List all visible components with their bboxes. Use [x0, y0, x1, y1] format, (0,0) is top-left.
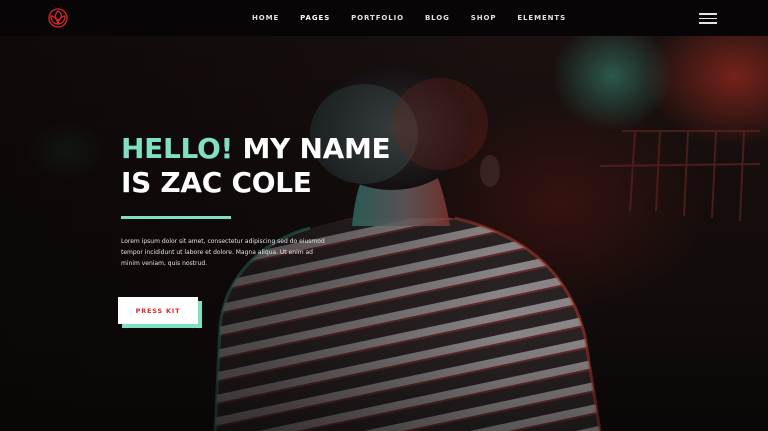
site-header: HOME PAGES PORTFOLIO BLOG SHOP ELEMENTS — [0, 0, 768, 36]
nav-item-home[interactable]: HOME — [252, 14, 279, 22]
hero-title-accent: HELLO! — [121, 132, 234, 165]
nav-item-blog[interactable]: BLOG — [425, 14, 450, 22]
nav-item-shop[interactable]: SHOP — [471, 14, 497, 22]
rose-logo-icon[interactable] — [46, 7, 70, 29]
nav-item-elements[interactable]: ELEMENTS — [517, 14, 566, 22]
main-nav: HOME PAGES PORTFOLIO BLOG SHOP ELEMENTS — [252, 0, 566, 36]
hero-title: HELLO! MY NAME IS ZAC COLE — [121, 132, 421, 200]
press-kit-button[interactable]: PRESS KIT — [118, 297, 198, 324]
hero-dark-overlay — [0, 36, 768, 431]
hero-divider — [121, 216, 231, 219]
nav-item-portfolio[interactable]: PORTFOLIO — [351, 14, 404, 22]
nav-item-pages[interactable]: PAGES — [300, 14, 330, 22]
hero-section — [0, 36, 768, 431]
hero-description: Lorem ipsum dolor sit amet, consectetur … — [121, 238, 325, 267]
hamburger-menu-icon[interactable] — [699, 13, 717, 24]
page: HOME PAGES PORTFOLIO BLOG SHOP ELEMENTS … — [0, 0, 768, 431]
